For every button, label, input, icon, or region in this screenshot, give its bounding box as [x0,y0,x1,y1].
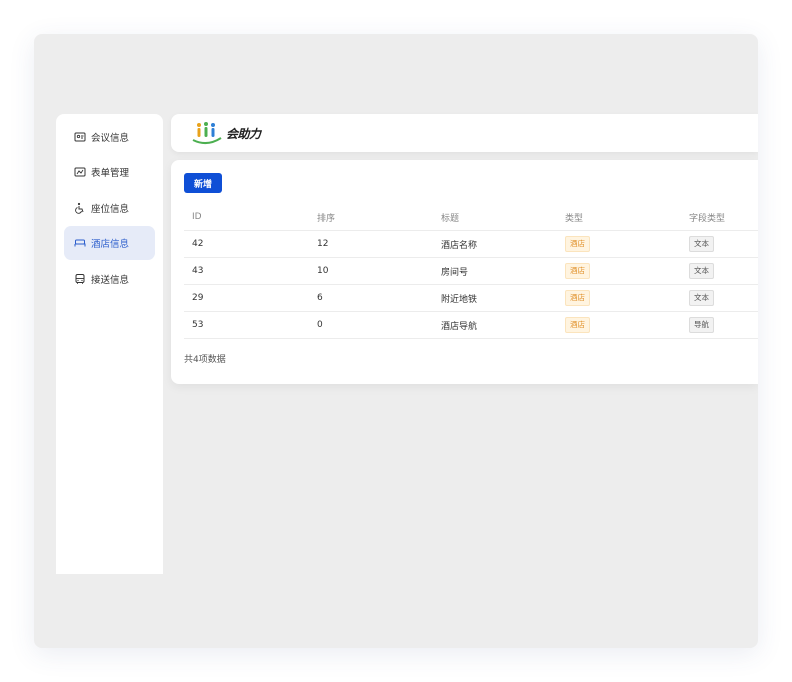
sidebar-item-label: 表单管理 [91,168,130,179]
table-row[interactable]: 29 6 附近地铁 酒店 文本 [184,285,758,312]
cell-field-type: 文本 [689,258,714,284]
cell-type: 酒店 [565,231,590,257]
type-tag: 酒店 [565,317,590,333]
total-count: 共4项数据 [184,355,226,365]
logo-people-icon [192,122,222,144]
cell-order: 0 [317,320,323,330]
sidebar-item-form-management[interactable]: 表单管理 [64,155,155,189]
sidebar-item-seat-info[interactable]: 座位信息 [64,191,155,225]
top-header: 会助力 [171,114,758,152]
cell-order: 6 [317,293,323,303]
type-tag: 酒店 [565,263,590,279]
sidebar-item-hotel-info[interactable]: 酒店信息 [64,226,155,260]
sidebar-item-label: 接送信息 [91,275,130,286]
column-header-title[interactable]: 标题 [441,204,459,230]
meeting-info-icon [74,131,86,143]
cell-field-type: 文本 [689,285,714,311]
cell-type: 酒店 [565,312,590,338]
content-card: 新增 ID 排序 标题 类型 字段类型 42 12 酒店名称 酒店 文本 43 … [171,160,758,384]
type-tag: 酒店 [565,290,590,306]
table-header-row: ID 排序 标题 类型 字段类型 [184,204,758,231]
bed-icon [74,237,86,249]
column-header-type[interactable]: 类型 [565,204,583,230]
cell-id: 43 [192,266,204,276]
cell-title: 酒店名称 [441,240,478,251]
cell-title: 酒店导航 [441,321,478,332]
sidebar-item-shuttle-info[interactable]: 接送信息 [64,262,155,296]
field-type-tag: 导航 [689,317,714,333]
sidebar-item-label: 会议信息 [91,133,130,144]
app-logo[interactable]: 会助力 [191,120,261,146]
field-type-tag: 文本 [689,263,714,279]
type-tag: 酒店 [565,236,590,252]
cell-type: 酒店 [565,258,590,284]
data-table: ID 排序 标题 类型 字段类型 42 12 酒店名称 酒店 文本 43 10 … [184,204,758,339]
cell-order: 10 [317,266,329,276]
cell-type: 酒店 [565,285,590,311]
sidebar-item-label: 酒店信息 [91,239,130,250]
cell-title: 附近地铁 [441,294,478,305]
cell-title: 房间号 [441,267,469,278]
column-header-order[interactable]: 排序 [317,204,335,230]
seat-icon [74,202,86,214]
table-row[interactable]: 43 10 房间号 酒店 文本 [184,258,758,285]
field-type-tag: 文本 [689,236,714,252]
table-row[interactable]: 53 0 酒店导航 酒店 导航 [184,312,758,339]
sidebar: 会议信息 表单管理 座位信息 酒店信息 接送信息 [56,114,163,574]
sidebar-item-meeting-info[interactable]: 会议信息 [64,120,155,154]
column-header-id[interactable]: ID [192,204,202,230]
table-row[interactable]: 42 12 酒店名称 酒店 文本 [184,231,758,258]
logo-text: 会助力 [226,126,261,141]
sidebar-item-label: 座位信息 [91,204,130,215]
cell-id: 42 [192,239,204,249]
cell-field-type: 导航 [689,312,714,338]
cell-id: 53 [192,320,204,330]
cell-id: 29 [192,293,204,303]
form-icon [74,166,86,178]
add-button[interactable]: 新增 [184,173,222,193]
app-window: 会议信息 表单管理 座位信息 酒店信息 接送信息 会助力 新增 ID 排序 标题… [34,34,758,648]
bus-icon [74,273,86,285]
cell-order: 12 [317,239,329,249]
field-type-tag: 文本 [689,290,714,306]
cell-field-type: 文本 [689,231,714,257]
column-header-field-type[interactable]: 字段类型 [689,204,725,230]
